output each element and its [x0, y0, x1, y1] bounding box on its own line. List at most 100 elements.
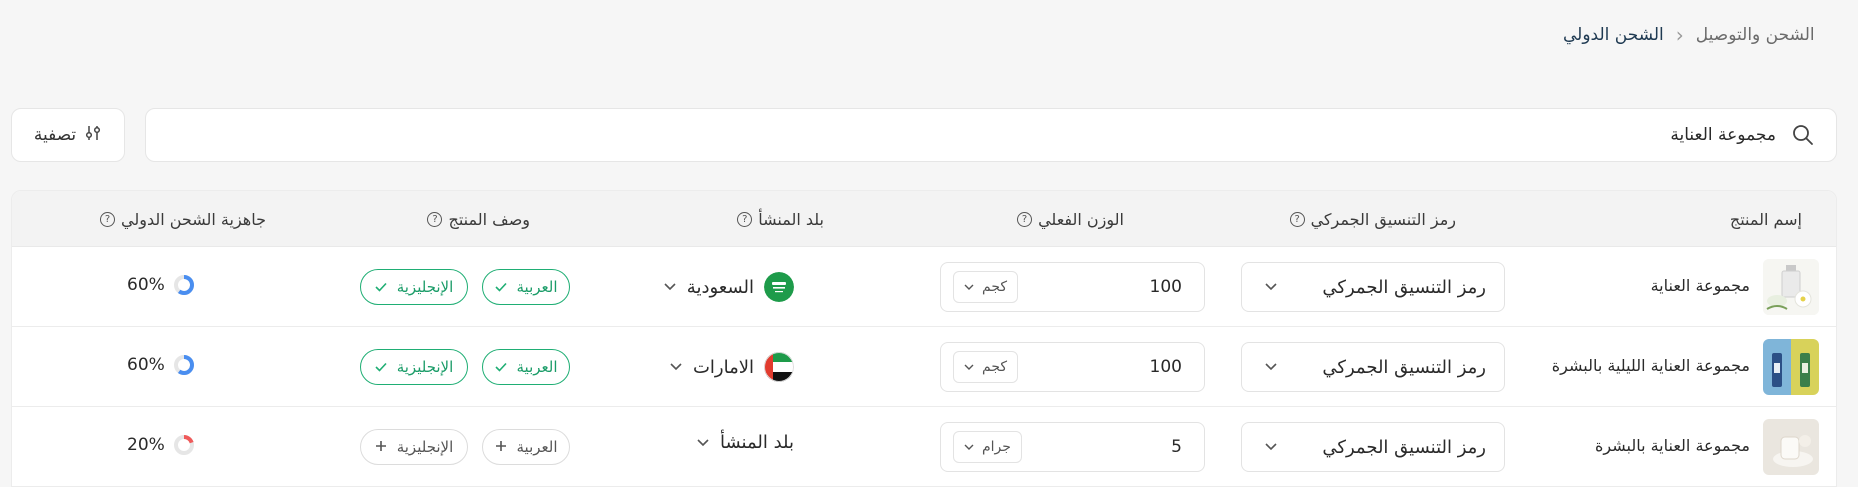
- product-name[interactable]: مجموعة العناية بالبشرة: [1595, 436, 1750, 455]
- weight-value: 5: [1171, 437, 1182, 457]
- progress-ring: [173, 274, 195, 296]
- hs-code-value: رمز التنسيق الجمركي: [1322, 276, 1486, 298]
- product-thumbnail: [1763, 259, 1819, 315]
- chevron-down-icon: [964, 444, 974, 451]
- chevron-down-icon: [696, 438, 710, 448]
- weight-value: 100: [1149, 357, 1182, 377]
- plus-icon: [375, 438, 387, 456]
- weight-input[interactable]: 100 كجم: [940, 342, 1205, 392]
- breadcrumb: الشحن والتوصيل ‹ الشحن الدولي: [1563, 20, 1858, 50]
- shipping-readiness: 60%: [127, 274, 195, 296]
- help-icon[interactable]: ?: [737, 211, 753, 227]
- product-thumbnail: [1763, 339, 1819, 395]
- filter-button[interactable]: تصفية: [11, 108, 125, 162]
- origin-country-select[interactable]: السعودية: [663, 272, 794, 302]
- description-english-pill[interactable]: الإنجليزية: [360, 349, 468, 385]
- pill-label: الإنجليزية: [396, 358, 454, 376]
- pill-label: العربية: [516, 358, 558, 376]
- unit-value: جرام: [982, 439, 1011, 455]
- table-row: مجموعة العناية الليلية بالبشرة رمز التنس…: [12, 327, 1836, 407]
- description-english-pill[interactable]: الإنجليزية: [360, 429, 468, 465]
- search-input[interactable]: مجموعة العناية: [145, 108, 1837, 162]
- header-shipping-readiness-label: جاهزية الشحن الدولي: [121, 209, 266, 229]
- chevron-down-icon: [1264, 362, 1278, 372]
- header-product-description-label: وصف المنتج: [448, 209, 530, 229]
- header-origin-country: بلد المنشأ ?: [737, 191, 824, 247]
- product-name[interactable]: مجموعة العناية: [1651, 276, 1750, 295]
- header-product-description: وصف المنتج ?: [427, 191, 530, 247]
- chevron-down-icon: [964, 284, 974, 291]
- unit-select[interactable]: جرام: [953, 431, 1022, 463]
- chevron-down-icon: [1264, 442, 1278, 452]
- filter-icon: [84, 124, 102, 147]
- weight-input[interactable]: 100 كجم: [940, 262, 1205, 312]
- header-actual-weight-label: الوزن الفعلي: [1038, 209, 1124, 229]
- shipping-readiness: 20%: [127, 434, 195, 456]
- products-table: إسم المنتج رمز التنسيق الجمركي ? الوزن ا…: [11, 190, 1837, 487]
- chevron-left-icon: ‹: [1675, 23, 1684, 47]
- hs-code-select[interactable]: رمز التنسيق الجمركي: [1241, 342, 1505, 392]
- pill-label: العربية: [516, 438, 558, 456]
- plus-icon: [495, 438, 507, 456]
- help-icon[interactable]: ?: [100, 211, 115, 227]
- search-value: مجموعة العناية: [1670, 125, 1776, 145]
- help-icon[interactable]: ?: [1289, 211, 1305, 227]
- description-english-pill[interactable]: الإنجليزية: [360, 269, 468, 305]
- hs-code-select[interactable]: رمز التنسيق الجمركي: [1241, 262, 1505, 312]
- header-hs-code-label: رمز التنسيق الجمركي: [1310, 209, 1456, 229]
- origin-country-select[interactable]: الامارات: [669, 352, 794, 382]
- description-arabic-pill[interactable]: العربية: [482, 349, 570, 385]
- progress-ring: [173, 354, 195, 376]
- header-origin-country-label: بلد المنشأ: [758, 209, 824, 229]
- readiness-percent: 20%: [127, 435, 165, 455]
- country-placeholder: بلد المنشأ: [719, 432, 794, 453]
- header-product-name-label: إسم المنتج: [1729, 209, 1802, 229]
- hs-code-select[interactable]: رمز التنسيق الجمركي: [1241, 422, 1505, 472]
- chevron-down-icon: [663, 282, 677, 292]
- shipping-readiness: 60%: [127, 354, 195, 376]
- saudi-flag-icon: [764, 272, 794, 302]
- table-header: إسم المنتج رمز التنسيق الجمركي ? الوزن ا…: [12, 191, 1836, 247]
- check-icon: [494, 358, 507, 376]
- header-shipping-readiness: جاهزية الشحن الدولي ?: [100, 191, 266, 247]
- hs-code-value: رمز التنسيق الجمركي: [1322, 436, 1486, 458]
- search-icon: [1790, 122, 1816, 148]
- unit-select[interactable]: كجم: [953, 271, 1019, 303]
- chevron-down-icon: [964, 364, 974, 371]
- breadcrumb-shipping-delivery[interactable]: الشحن والتوصيل: [1696, 25, 1815, 45]
- chevron-down-icon: [1264, 282, 1278, 292]
- header-actual-weight: الوزن الفعلي ?: [1017, 191, 1124, 247]
- progress-ring: [173, 434, 195, 456]
- hs-code-value: رمز التنسيق الجمركي: [1322, 356, 1486, 378]
- table-row: مجموعة العناية رمز التنسيق الجمركي 100 ك…: [12, 247, 1836, 327]
- weight-input[interactable]: 5 جرام: [940, 422, 1205, 472]
- unit-value: كجم: [982, 279, 1008, 295]
- product-thumbnail: [1763, 419, 1819, 475]
- readiness-percent: 60%: [127, 275, 165, 295]
- country-name: السعودية: [686, 276, 754, 298]
- table-row: مجموعة العناية بالبشرة رمز التنسيق الجمر…: [12, 407, 1836, 486]
- filter-label: تصفية: [33, 125, 77, 145]
- breadcrumb-international-shipping: الشحن الدولي: [1563, 25, 1664, 45]
- country-name: الامارات: [692, 356, 754, 378]
- chevron-down-icon: [669, 362, 683, 372]
- origin-country-select[interactable]: بلد المنشأ: [696, 432, 794, 453]
- pill-label: الإنجليزية: [396, 438, 454, 456]
- unit-select[interactable]: كجم: [953, 351, 1019, 383]
- weight-value: 100: [1149, 277, 1182, 297]
- check-icon: [375, 278, 387, 296]
- description-arabic-pill[interactable]: العربية: [482, 429, 570, 465]
- readiness-percent: 60%: [127, 355, 165, 375]
- help-icon[interactable]: ?: [427, 211, 443, 227]
- description-arabic-pill[interactable]: العربية: [482, 269, 570, 305]
- header-product-name: إسم المنتج: [1730, 191, 1802, 247]
- pill-label: العربية: [516, 278, 558, 296]
- check-icon: [375, 358, 387, 376]
- check-icon: [494, 278, 507, 296]
- uae-flag-icon: [764, 352, 794, 382]
- unit-value: كجم: [982, 359, 1008, 375]
- header-hs-code: رمز التنسيق الجمركي ?: [1289, 191, 1456, 247]
- product-name[interactable]: مجموعة العناية الليلية بالبشرة: [1552, 356, 1750, 375]
- help-icon[interactable]: ?: [1017, 211, 1033, 227]
- pill-label: الإنجليزية: [396, 278, 454, 296]
